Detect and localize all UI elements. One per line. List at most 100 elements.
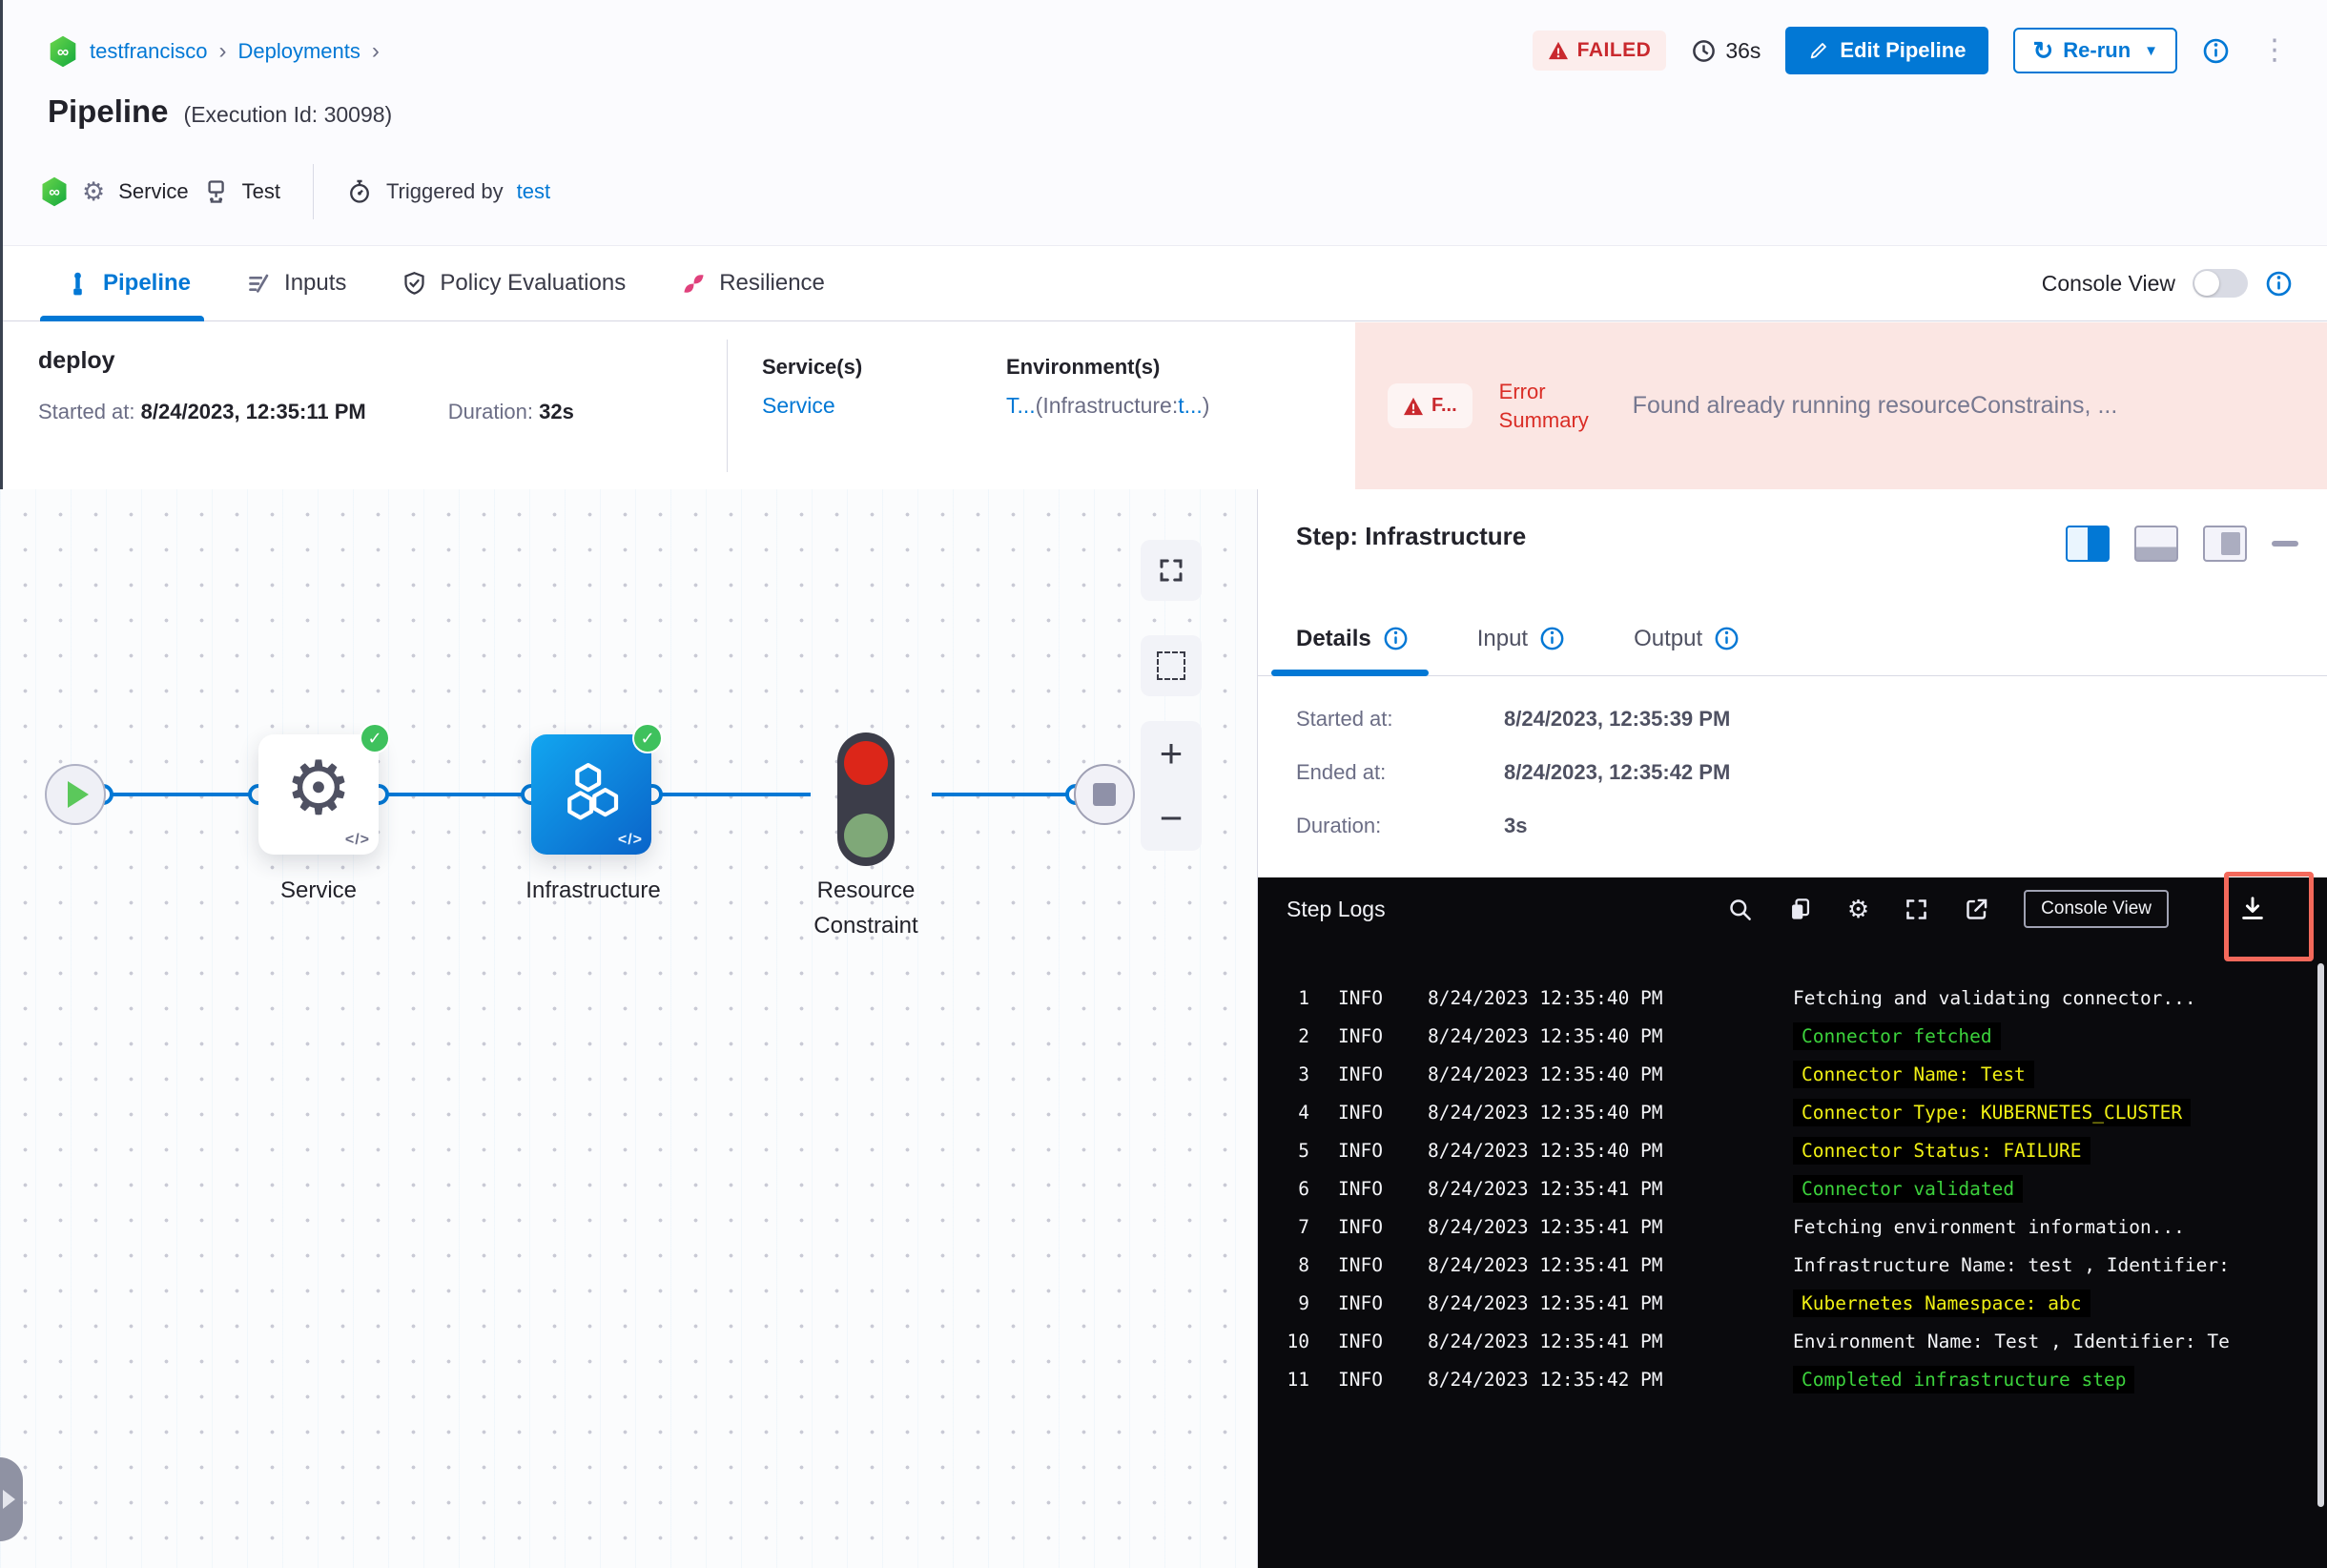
console-view-button[interactable]: Console View bbox=[2024, 890, 2169, 928]
search-icon[interactable] bbox=[1727, 897, 1753, 922]
harness-cd-icon: ∞ bbox=[40, 175, 69, 208]
console-view-toggle[interactable] bbox=[2193, 269, 2248, 298]
more-options-kebab-icon[interactable]: ⋮ bbox=[2255, 36, 2295, 65]
fullscreen-icon bbox=[1160, 559, 1183, 582]
log-lines[interactable]: 1 INFO 8/24/2023 12:35:40 PM Fetching and v… bbox=[1258, 940, 2327, 1398]
log-line: 3 INFO 8/24/2023 12:35:40 PM Connector Name… bbox=[1283, 1055, 2327, 1093]
breadcrumb-deployments-link[interactable]: Deployments bbox=[238, 39, 360, 64]
svg-text:∞: ∞ bbox=[49, 184, 60, 201]
fullscreen-icon[interactable] bbox=[1904, 897, 1929, 922]
step-ended-label: Ended at: bbox=[1296, 760, 1387, 784]
canvas-select-button[interactable] bbox=[1141, 635, 1202, 696]
edit-pipeline-button[interactable]: Edit Pipeline bbox=[1785, 27, 1989, 74]
layout-right-split-icon[interactable] bbox=[2066, 526, 2110, 562]
started-at-label: Started at: bbox=[38, 400, 135, 423]
log-line: 7 INFO 8/24/2023 12:35:41 PM Fetching envir… bbox=[1298, 1215, 2185, 1238]
environment-suffix: ) bbox=[1202, 393, 1210, 418]
execution-tab-bar: Pipeline Inputs Policy Evaluations Resil… bbox=[0, 245, 2327, 321]
tab-inputs[interactable]: Inputs bbox=[246, 246, 346, 320]
resource-constraint-node[interactable] bbox=[837, 732, 895, 866]
info-icon[interactable] bbox=[2265, 270, 2293, 298]
tab-details[interactable]: Details bbox=[1271, 602, 1429, 676]
hexagons-icon bbox=[567, 763, 619, 820]
resilience-icon bbox=[681, 271, 707, 297]
tab-pipeline[interactable]: Pipeline bbox=[39, 246, 205, 321]
failed-chip: F... bbox=[1388, 383, 1472, 428]
download-logs-icon[interactable] bbox=[2238, 895, 2267, 923]
toggle-knob bbox=[2194, 271, 2219, 296]
step-logs-header: Step Logs ⚙ Console View bbox=[1258, 877, 2327, 940]
service-step-node[interactable]: ⚙ ✓ </> bbox=[258, 723, 390, 855]
step-logs-panel: Step Logs ⚙ Console View 1 INFO 8/24/202… bbox=[1258, 872, 2327, 1568]
environments-column: Environment(s) T...(Infrastructure:t...) bbox=[1006, 322, 1355, 489]
services-label: Service(s) bbox=[762, 355, 863, 379]
canvas-fullscreen-button[interactable] bbox=[1141, 540, 1202, 601]
zoom-out-button[interactable]: − bbox=[1141, 786, 1202, 851]
chevron-right-icon: › bbox=[218, 38, 227, 64]
breadcrumb: ∞ testfrancisco › Deployments › bbox=[48, 34, 380, 69]
step-logs-toolbar: ⚙ Console View bbox=[1727, 890, 2302, 928]
pipeline-icon bbox=[65, 271, 91, 297]
log-line: 2 INFO 8/24/2023 12:35:40 PM Connector fetc… bbox=[1283, 1017, 2327, 1055]
tab-policy-evaluations[interactable]: Policy Evaluations bbox=[402, 246, 626, 320]
header-actions: FAILED 36s Edit Pipeline ↻ Re-run ▼ ⋮ bbox=[1532, 27, 2295, 74]
log-line: 5 INFO 8/24/2023 12:35:40 PM Connector Stat… bbox=[1283, 1131, 2327, 1169]
svg-text:∞: ∞ bbox=[57, 42, 69, 61]
log-line: 9 INFO 8/24/2023 12:35:41 PM Kubernetes Nam… bbox=[1283, 1284, 2327, 1322]
layout-float-icon[interactable] bbox=[2203, 526, 2247, 562]
layout-bottom-icon[interactable] bbox=[2134, 526, 2178, 562]
stage-info: deploy Started at: 8/24/2023, 12:35:11 P… bbox=[0, 322, 727, 489]
copy-icon[interactable] bbox=[1787, 897, 1813, 922]
minimize-panel-icon[interactable] bbox=[2272, 541, 2298, 547]
log-line: 1 INFO 8/24/2023 12:35:40 PM Fetching and v… bbox=[1298, 986, 2196, 1009]
step-details-panel: Step: Infrastructure Details Input Outpu… bbox=[1257, 489, 2327, 1568]
tab-output[interactable]: Output bbox=[1634, 602, 1740, 675]
chevron-down-icon: ▼ bbox=[2144, 42, 2158, 59]
rerun-button[interactable]: ↻ Re-run ▼ bbox=[2013, 28, 2177, 73]
step-panel-tabs: Details Input Output bbox=[1258, 602, 2327, 676]
open-external-icon[interactable] bbox=[1964, 897, 1989, 922]
console-view-control: Console View bbox=[2042, 246, 2293, 320]
zoom-in-button[interactable]: + bbox=[1141, 721, 1202, 786]
log-line: 8 INFO 8/24/2023 12:35:41 PM Infrastructure… bbox=[1298, 1253, 2230, 1276]
warning-triangle-icon bbox=[1548, 41, 1568, 60]
code-chip: </> bbox=[344, 832, 370, 848]
step-ended-value: 8/24/2023, 12:35:42 PM bbox=[1504, 760, 1731, 784]
refresh-icon: ↻ bbox=[2032, 36, 2054, 65]
triggered-by-user-link[interactable]: test bbox=[517, 179, 550, 204]
tab-input[interactable]: Input bbox=[1477, 602, 1565, 675]
start-node[interactable] bbox=[45, 764, 106, 825]
panel-scrollbar-thumb[interactable] bbox=[2317, 963, 2324, 1507]
clock-icon bbox=[1693, 39, 1716, 62]
shield-check-icon bbox=[402, 271, 427, 297]
stage-summary-strip: deploy Started at: 8/24/2023, 12:35:11 P… bbox=[0, 322, 2327, 489]
info-icon[interactable] bbox=[2202, 37, 2230, 65]
meta-environment-label: Test bbox=[241, 179, 280, 203]
info-icon bbox=[1715, 627, 1739, 650]
canvas-zoom-controls: + − bbox=[1141, 721, 1202, 851]
inputs-icon bbox=[246, 271, 272, 297]
success-check-icon: ✓ bbox=[360, 723, 390, 753]
services-column: Service(s) Service bbox=[728, 322, 1006, 489]
step-panel-title: Step: Infrastructure bbox=[1296, 522, 1527, 550]
divider bbox=[312, 164, 314, 219]
page-header: ∞ testfrancisco › Deployments › Pipeline… bbox=[0, 0, 2327, 245]
code-chip: </> bbox=[617, 832, 643, 848]
environment-link[interactable]: T... bbox=[1006, 393, 1036, 418]
green-light bbox=[844, 814, 888, 857]
step-started-value: 8/24/2023, 12:35:39 PM bbox=[1504, 707, 1731, 731]
chevron-right-icon: › bbox=[371, 38, 380, 64]
infrastructure-link[interactable]: t... bbox=[1178, 393, 1203, 418]
pipeline-graph-canvas[interactable]: ⚙ ✓ </> ✓ </> Service Infrastructure Res… bbox=[0, 489, 1257, 1568]
infrastructure-step-node[interactable]: ✓ </> bbox=[531, 723, 663, 855]
log-settings-gear-icon[interactable]: ⚙ bbox=[1847, 897, 1869, 921]
graph-edge bbox=[379, 793, 531, 796]
status-badge: FAILED bbox=[1532, 31, 1667, 71]
node-label-service: Service bbox=[279, 877, 358, 903]
breadcrumb-project-link[interactable]: testfrancisco bbox=[90, 39, 208, 64]
service-link[interactable]: Service bbox=[762, 393, 835, 418]
environment-infra-text: (Infrastructure: bbox=[1035, 393, 1179, 418]
tab-resilience[interactable]: Resilience bbox=[681, 246, 825, 320]
error-summary-label: Error Summary bbox=[1498, 379, 1589, 432]
expand-left-panel-handle[interactable] bbox=[0, 1457, 23, 1541]
